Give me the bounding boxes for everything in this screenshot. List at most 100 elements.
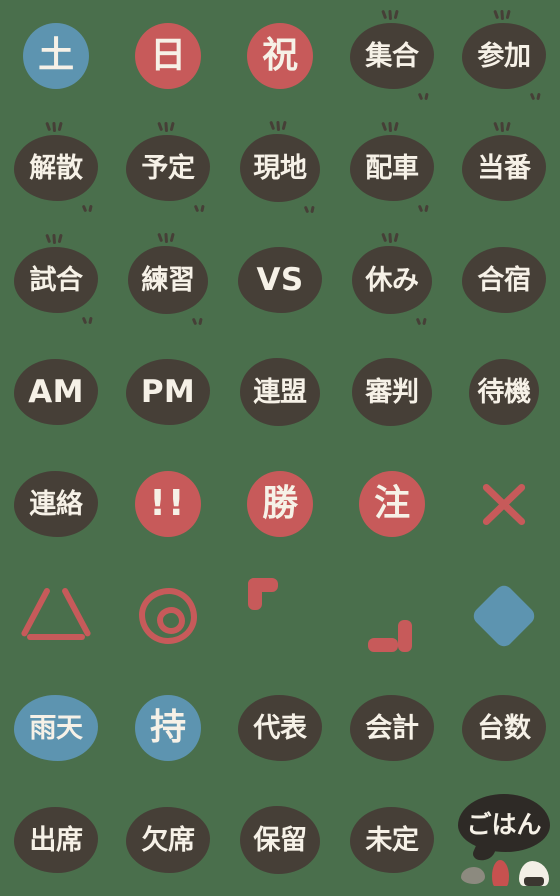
emoji-mitei[interactable]: 未定 xyxy=(350,807,434,873)
emoji-nichiyou[interactable]: 日 xyxy=(135,23,201,89)
emoji-touban[interactable]: 当番 xyxy=(462,121,546,201)
emoji-cell[interactable]: 配車 xyxy=(336,112,448,224)
tick-mark-icon xyxy=(493,121,500,132)
emoji-double-exclamation[interactable]: !! xyxy=(135,471,201,537)
emoji-kachi[interactable]: 勝 xyxy=(247,471,313,537)
decor-ticks-top-icon xyxy=(45,121,63,133)
emoji-horyuu[interactable]: 保留 xyxy=(240,806,320,874)
emoji-cell[interactable] xyxy=(448,448,560,560)
emoji-label: 参加 xyxy=(477,40,531,72)
emoji-renshuu[interactable]: 練習 xyxy=(128,232,208,326)
emoji-cell[interactable]: 連絡 xyxy=(0,448,112,560)
emoji-diamond[interactable] xyxy=(470,582,538,650)
emoji-cell[interactable]: 未定 xyxy=(336,784,448,896)
emoji-daisuu[interactable]: 台数 xyxy=(462,695,546,761)
emoji-cell[interactable]: 休み xyxy=(336,224,448,336)
emoji-cell[interactable]: 祝 xyxy=(224,0,336,112)
emoji-cell[interactable]: !! xyxy=(112,448,224,560)
emoji-cell[interactable]: 台数 xyxy=(448,672,560,784)
tick-mark-icon xyxy=(164,232,169,244)
tick-mark-icon xyxy=(393,121,399,132)
tick-mark-icon xyxy=(393,9,399,20)
emoji-haisha[interactable]: 配車 xyxy=(350,121,434,213)
emoji-cell[interactable] xyxy=(448,560,560,672)
emoji-cell[interactable]: 雨天 xyxy=(0,672,112,784)
emoji-kesseki[interactable]: 欠席 xyxy=(126,807,210,873)
emoji-cell[interactable] xyxy=(112,560,224,672)
emoji-cell[interactable]: 保留 xyxy=(224,784,336,896)
emoji-cell[interactable]: 練習 xyxy=(112,224,224,336)
emoji-chuui[interactable]: 注 xyxy=(359,471,425,537)
emoji-label: 現地 xyxy=(253,152,307,184)
emoji-daihyou[interactable]: 代表 xyxy=(238,695,322,761)
emoji-cell[interactable]: ごはん xyxy=(448,784,560,896)
emoji-cell[interactable]: 連盟 xyxy=(224,336,336,448)
emoji-gasshuku[interactable]: 合宿 xyxy=(462,247,546,313)
emoji-cell[interactable]: 解散 xyxy=(0,112,112,224)
emoji-pm[interactable]: PM xyxy=(126,359,210,425)
emoji-cell[interactable]: 日 xyxy=(112,0,224,112)
emoji-am[interactable]: AM xyxy=(14,359,98,425)
emoji-label: VS xyxy=(256,261,304,298)
emoji-cell[interactable]: VS xyxy=(224,224,336,336)
emoji-kaikei[interactable]: 会計 xyxy=(350,695,434,761)
emoji-nijuumaru[interactable] xyxy=(139,588,197,644)
emoji-cell[interactable]: 集合 xyxy=(336,0,448,112)
tick-mark-icon xyxy=(81,204,88,213)
emoji-cell[interactable]: 合宿 xyxy=(448,224,560,336)
emoji-shinpan[interactable]: 審判 xyxy=(352,358,432,426)
emoji-kaisan[interactable]: 解散 xyxy=(14,121,98,213)
emoji-yasumi[interactable]: 休み xyxy=(352,232,432,326)
emoji-cell[interactable]: 土 xyxy=(0,0,112,112)
emoji-cell[interactable]: 審判 xyxy=(336,336,448,448)
emoji-cell[interactable]: 出席 xyxy=(0,784,112,896)
emoji-sanka[interactable]: 参加 xyxy=(462,9,546,101)
emoji-label: 勝 xyxy=(262,483,298,524)
emoji-label: 練習 xyxy=(141,264,195,296)
emoji-cell[interactable]: PM xyxy=(112,336,224,448)
emoji-renmei[interactable]: 連盟 xyxy=(240,358,320,426)
emoji-cell[interactable] xyxy=(0,560,112,672)
emoji-cell[interactable]: 注 xyxy=(336,448,448,560)
emoji-label: 休み xyxy=(365,264,419,296)
emoji-mochimono[interactable]: 持 xyxy=(135,695,201,761)
emoji-shukujitsu[interactable]: 祝 xyxy=(247,23,313,89)
emoji-yotei[interactable]: 予定 xyxy=(126,121,210,213)
emoji-kagikakko-open[interactable] xyxy=(248,578,300,634)
emoji-cell[interactable]: 待機 xyxy=(448,336,560,448)
emoji-label: 持 xyxy=(150,707,186,748)
emoji-cell[interactable]: 試合 xyxy=(0,224,112,336)
emoji-cell[interactable]: 参加 xyxy=(448,0,560,112)
emoji-shiai[interactable]: 試合 xyxy=(14,233,98,325)
emoji-cell[interactable]: 欠席 xyxy=(112,784,224,896)
emoji-cell[interactable]: 現地 xyxy=(224,112,336,224)
emoji-gohan[interactable]: ごはん xyxy=(455,792,553,888)
emoji-shuugou[interactable]: 集合 xyxy=(350,9,434,101)
emoji-cell[interactable]: 代表 xyxy=(224,672,336,784)
decor-ticks-bottom-icon xyxy=(417,204,429,213)
emoji-batsu-x[interactable] xyxy=(477,477,531,531)
emoji-kagikakko-close[interactable] xyxy=(368,596,420,652)
decor-ticks-bottom-icon xyxy=(415,317,427,326)
emoji-cell[interactable]: 当番 xyxy=(448,112,560,224)
emoji-vs[interactable]: VS xyxy=(238,247,322,313)
emoji-taiki[interactable]: 待機 xyxy=(469,359,539,425)
emoji-doyou[interactable]: 土 xyxy=(23,23,89,89)
emoji-renraku[interactable]: 連絡 xyxy=(14,471,98,537)
decor-ticks-bottom-icon xyxy=(529,92,541,101)
emoji-sankaku-triangle[interactable] xyxy=(20,586,92,642)
emoji-cell[interactable]: 持 xyxy=(112,672,224,784)
tick-mark-icon xyxy=(417,204,424,213)
emoji-uten[interactable]: 雨天 xyxy=(14,695,98,761)
emoji-cell[interactable] xyxy=(336,560,448,672)
emoji-cell[interactable]: 勝 xyxy=(224,448,336,560)
emoji-cell[interactable]: 予定 xyxy=(112,112,224,224)
tick-mark-icon xyxy=(200,204,205,213)
emoji-cell[interactable]: 会計 xyxy=(336,672,448,784)
emoji-cell[interactable] xyxy=(224,560,336,672)
red-food-icon xyxy=(492,860,509,886)
emoji-shusseki[interactable]: 出席 xyxy=(14,807,98,873)
emoji-cell[interactable]: AM xyxy=(0,336,112,448)
emoji-genchi[interactable]: 現地 xyxy=(240,120,320,214)
gohan-speech-bubble: ごはん xyxy=(458,794,550,852)
